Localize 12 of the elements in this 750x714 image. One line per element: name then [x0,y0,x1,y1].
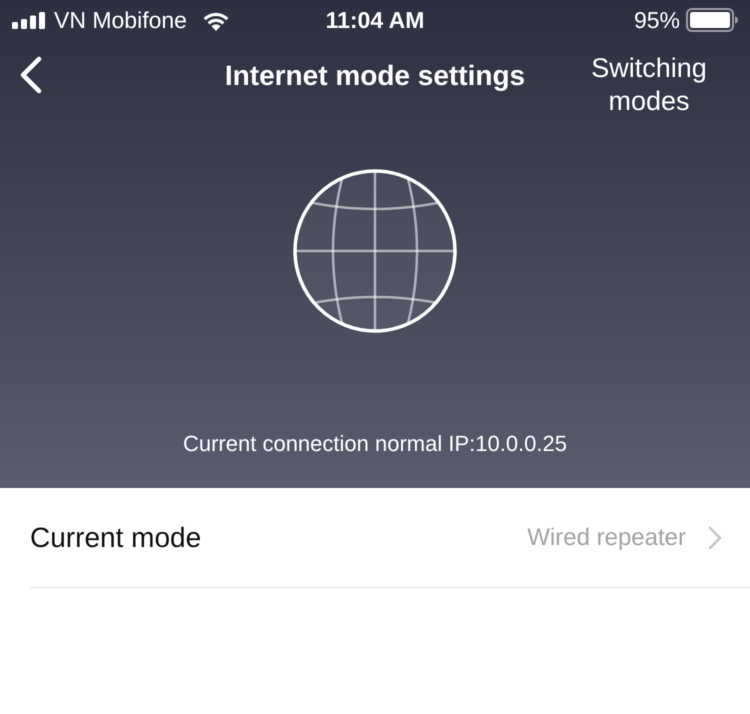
page-title: Internet mode settings [224,59,526,93]
setting-label: Current mode [30,520,202,554]
battery-icon [686,8,738,32]
carrier-name: VN Mobifone [54,8,187,32]
battery-percent: 95% [634,8,680,32]
switching-modes-button[interactable]: Switching modes [574,52,724,118]
connection-status: Current connection normal IP:10.0.0.25 [182,431,567,457]
globe-icon [292,168,458,334]
chevron-left-icon [18,56,42,94]
signal-bars-icon [12,12,46,28]
chevron-right-icon [708,526,722,550]
clock-time: 11:04 AM [326,8,424,32]
